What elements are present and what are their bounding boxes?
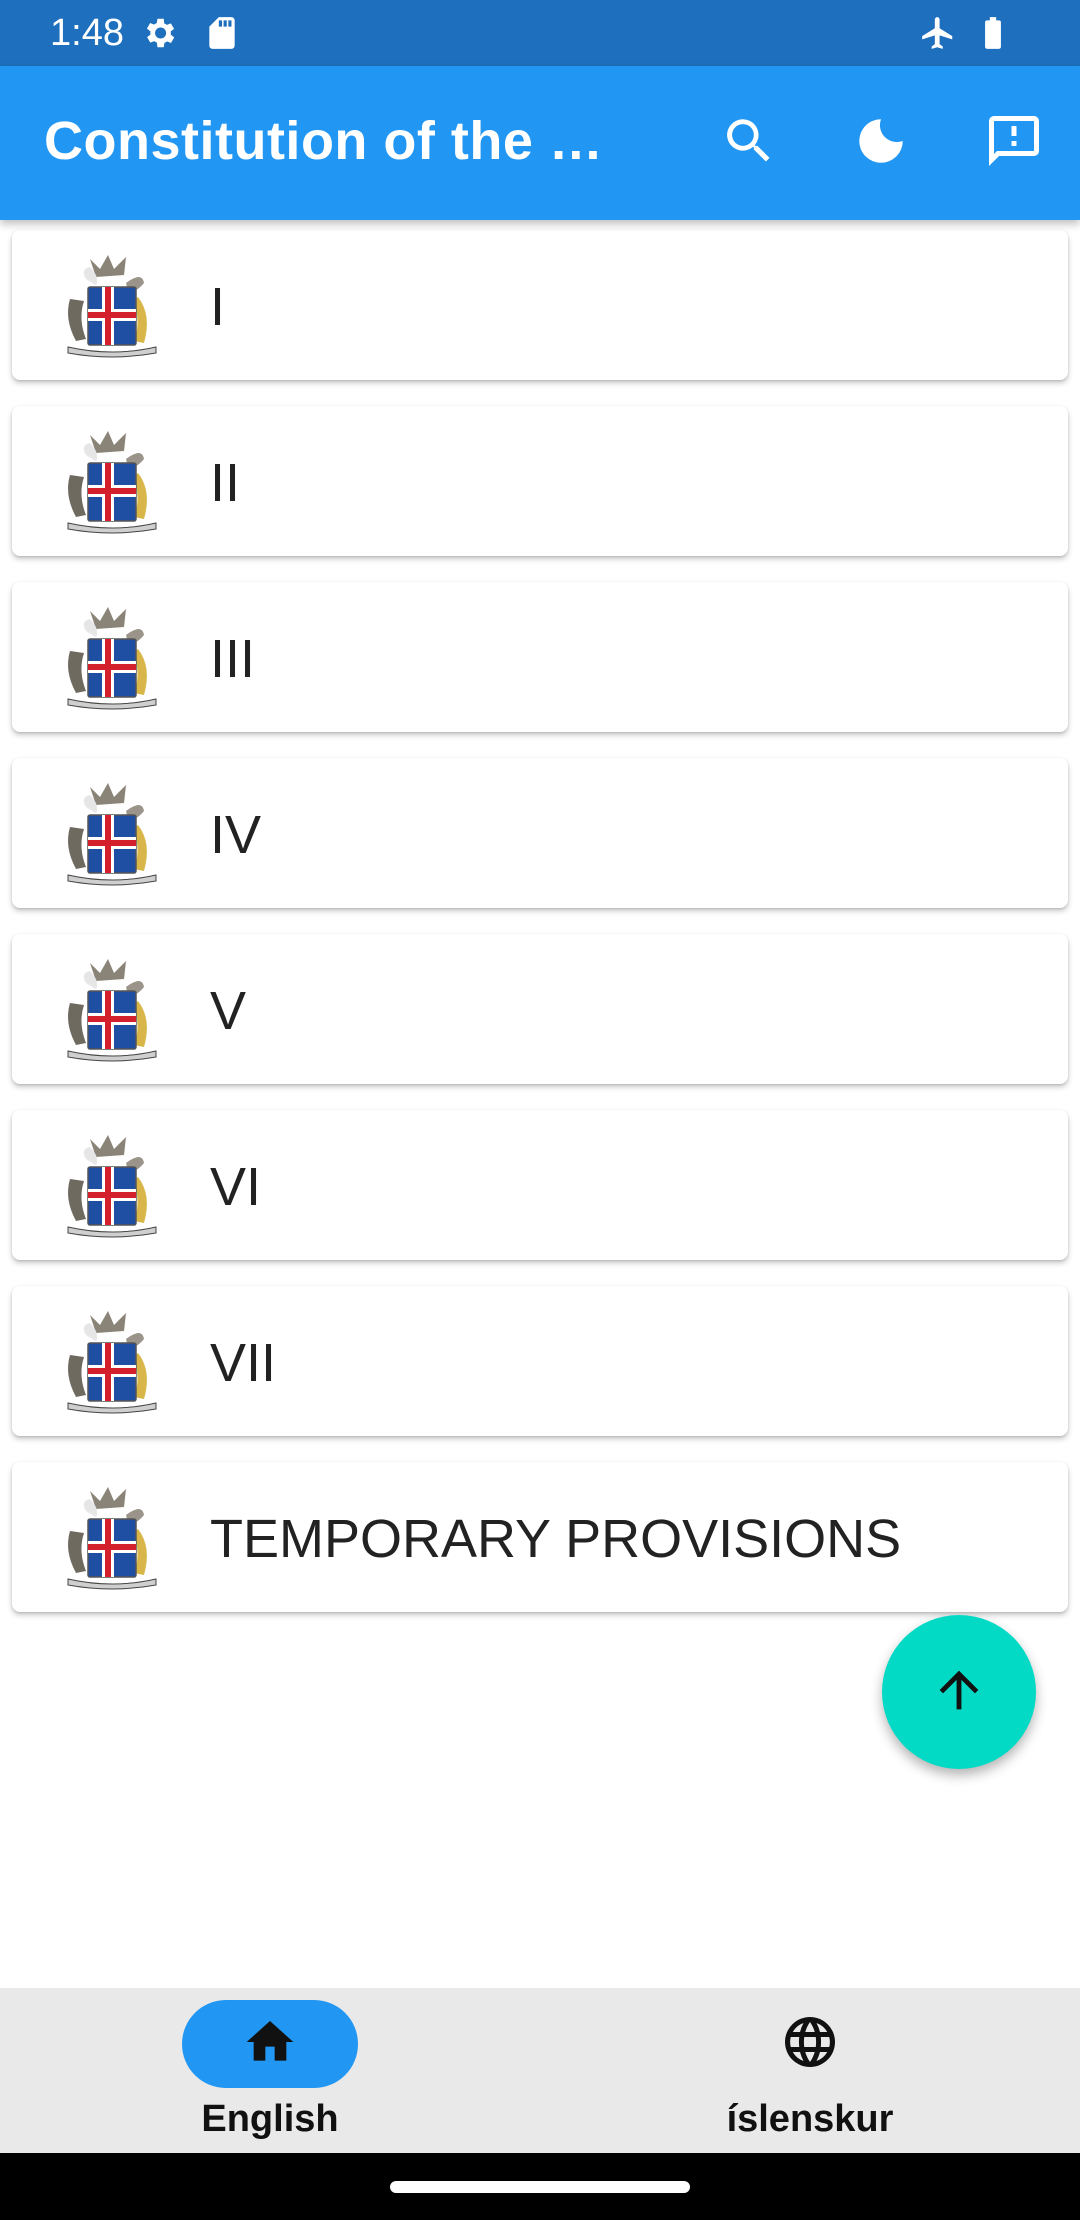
page-title: Constitution of the … [44, 111, 604, 171]
feedback-button[interactable] [975, 104, 1053, 182]
nav-label: English [201, 2098, 339, 2140]
chapter-label: I [210, 277, 226, 337]
dark-mode-button[interactable] [842, 104, 920, 182]
coat-of-arms-icon [56, 249, 168, 361]
chapter-label: III [210, 629, 256, 689]
status-bar: 1:48 [0, 0, 1080, 66]
system-gesture-bar [0, 2153, 1080, 2220]
nav-indicator [722, 2000, 898, 2088]
sd-card-icon [203, 14, 241, 52]
home-gesture-handle[interactable] [390, 2181, 690, 2193]
dark-mode-moon-icon [852, 112, 910, 175]
coat-of-arms-icon [56, 1129, 168, 1241]
scroll-to-top-button[interactable] [882, 1615, 1036, 1769]
battery-icon [974, 14, 1012, 52]
settings-gear-icon [140, 14, 178, 52]
airplane-mode-icon [919, 14, 957, 52]
coat-of-arms-icon [56, 1305, 168, 1417]
list-item[interactable]: TEMPORARY PROVISIONS [12, 1462, 1068, 1612]
nav-item-english[interactable]: English [0, 1988, 540, 2153]
app-bar: Constitution of the … [0, 66, 1080, 220]
globe-icon [780, 2012, 840, 2077]
list-item[interactable]: I [12, 230, 1068, 380]
bottom-navigation: English íslenskur [0, 1988, 1080, 2153]
nav-indicator [182, 2000, 358, 2088]
chapter-label: II [210, 453, 241, 513]
search-button[interactable] [710, 104, 788, 182]
list-item[interactable]: VI [12, 1110, 1068, 1260]
chapter-label: TEMPORARY PROVISIONS [210, 1509, 902, 1569]
list-item[interactable]: IV [12, 758, 1068, 908]
search-icon [720, 112, 778, 175]
feedback-icon [984, 111, 1044, 176]
status-time: 1:48 [50, 12, 124, 54]
coat-of-arms-icon [56, 425, 168, 537]
home-icon [242, 2014, 298, 2075]
list-item[interactable]: III [12, 582, 1068, 732]
nav-label: íslenskur [726, 2098, 894, 2140]
coat-of-arms-icon [56, 601, 168, 713]
list-item[interactable]: VII [12, 1286, 1068, 1436]
list-item[interactable]: II [12, 406, 1068, 556]
chapter-label: VII [210, 1333, 277, 1393]
chapter-label: IV [210, 805, 262, 865]
coat-of-arms-icon [56, 953, 168, 1065]
chapter-label: V [210, 981, 247, 1041]
coat-of-arms-icon [56, 1481, 168, 1593]
nav-item-islenskur[interactable]: íslenskur [540, 1988, 1080, 2153]
arrow-up-icon [930, 1661, 988, 1724]
list-item[interactable]: V [12, 934, 1068, 1084]
chapter-label: VI [210, 1157, 262, 1217]
coat-of-arms-icon [56, 777, 168, 889]
